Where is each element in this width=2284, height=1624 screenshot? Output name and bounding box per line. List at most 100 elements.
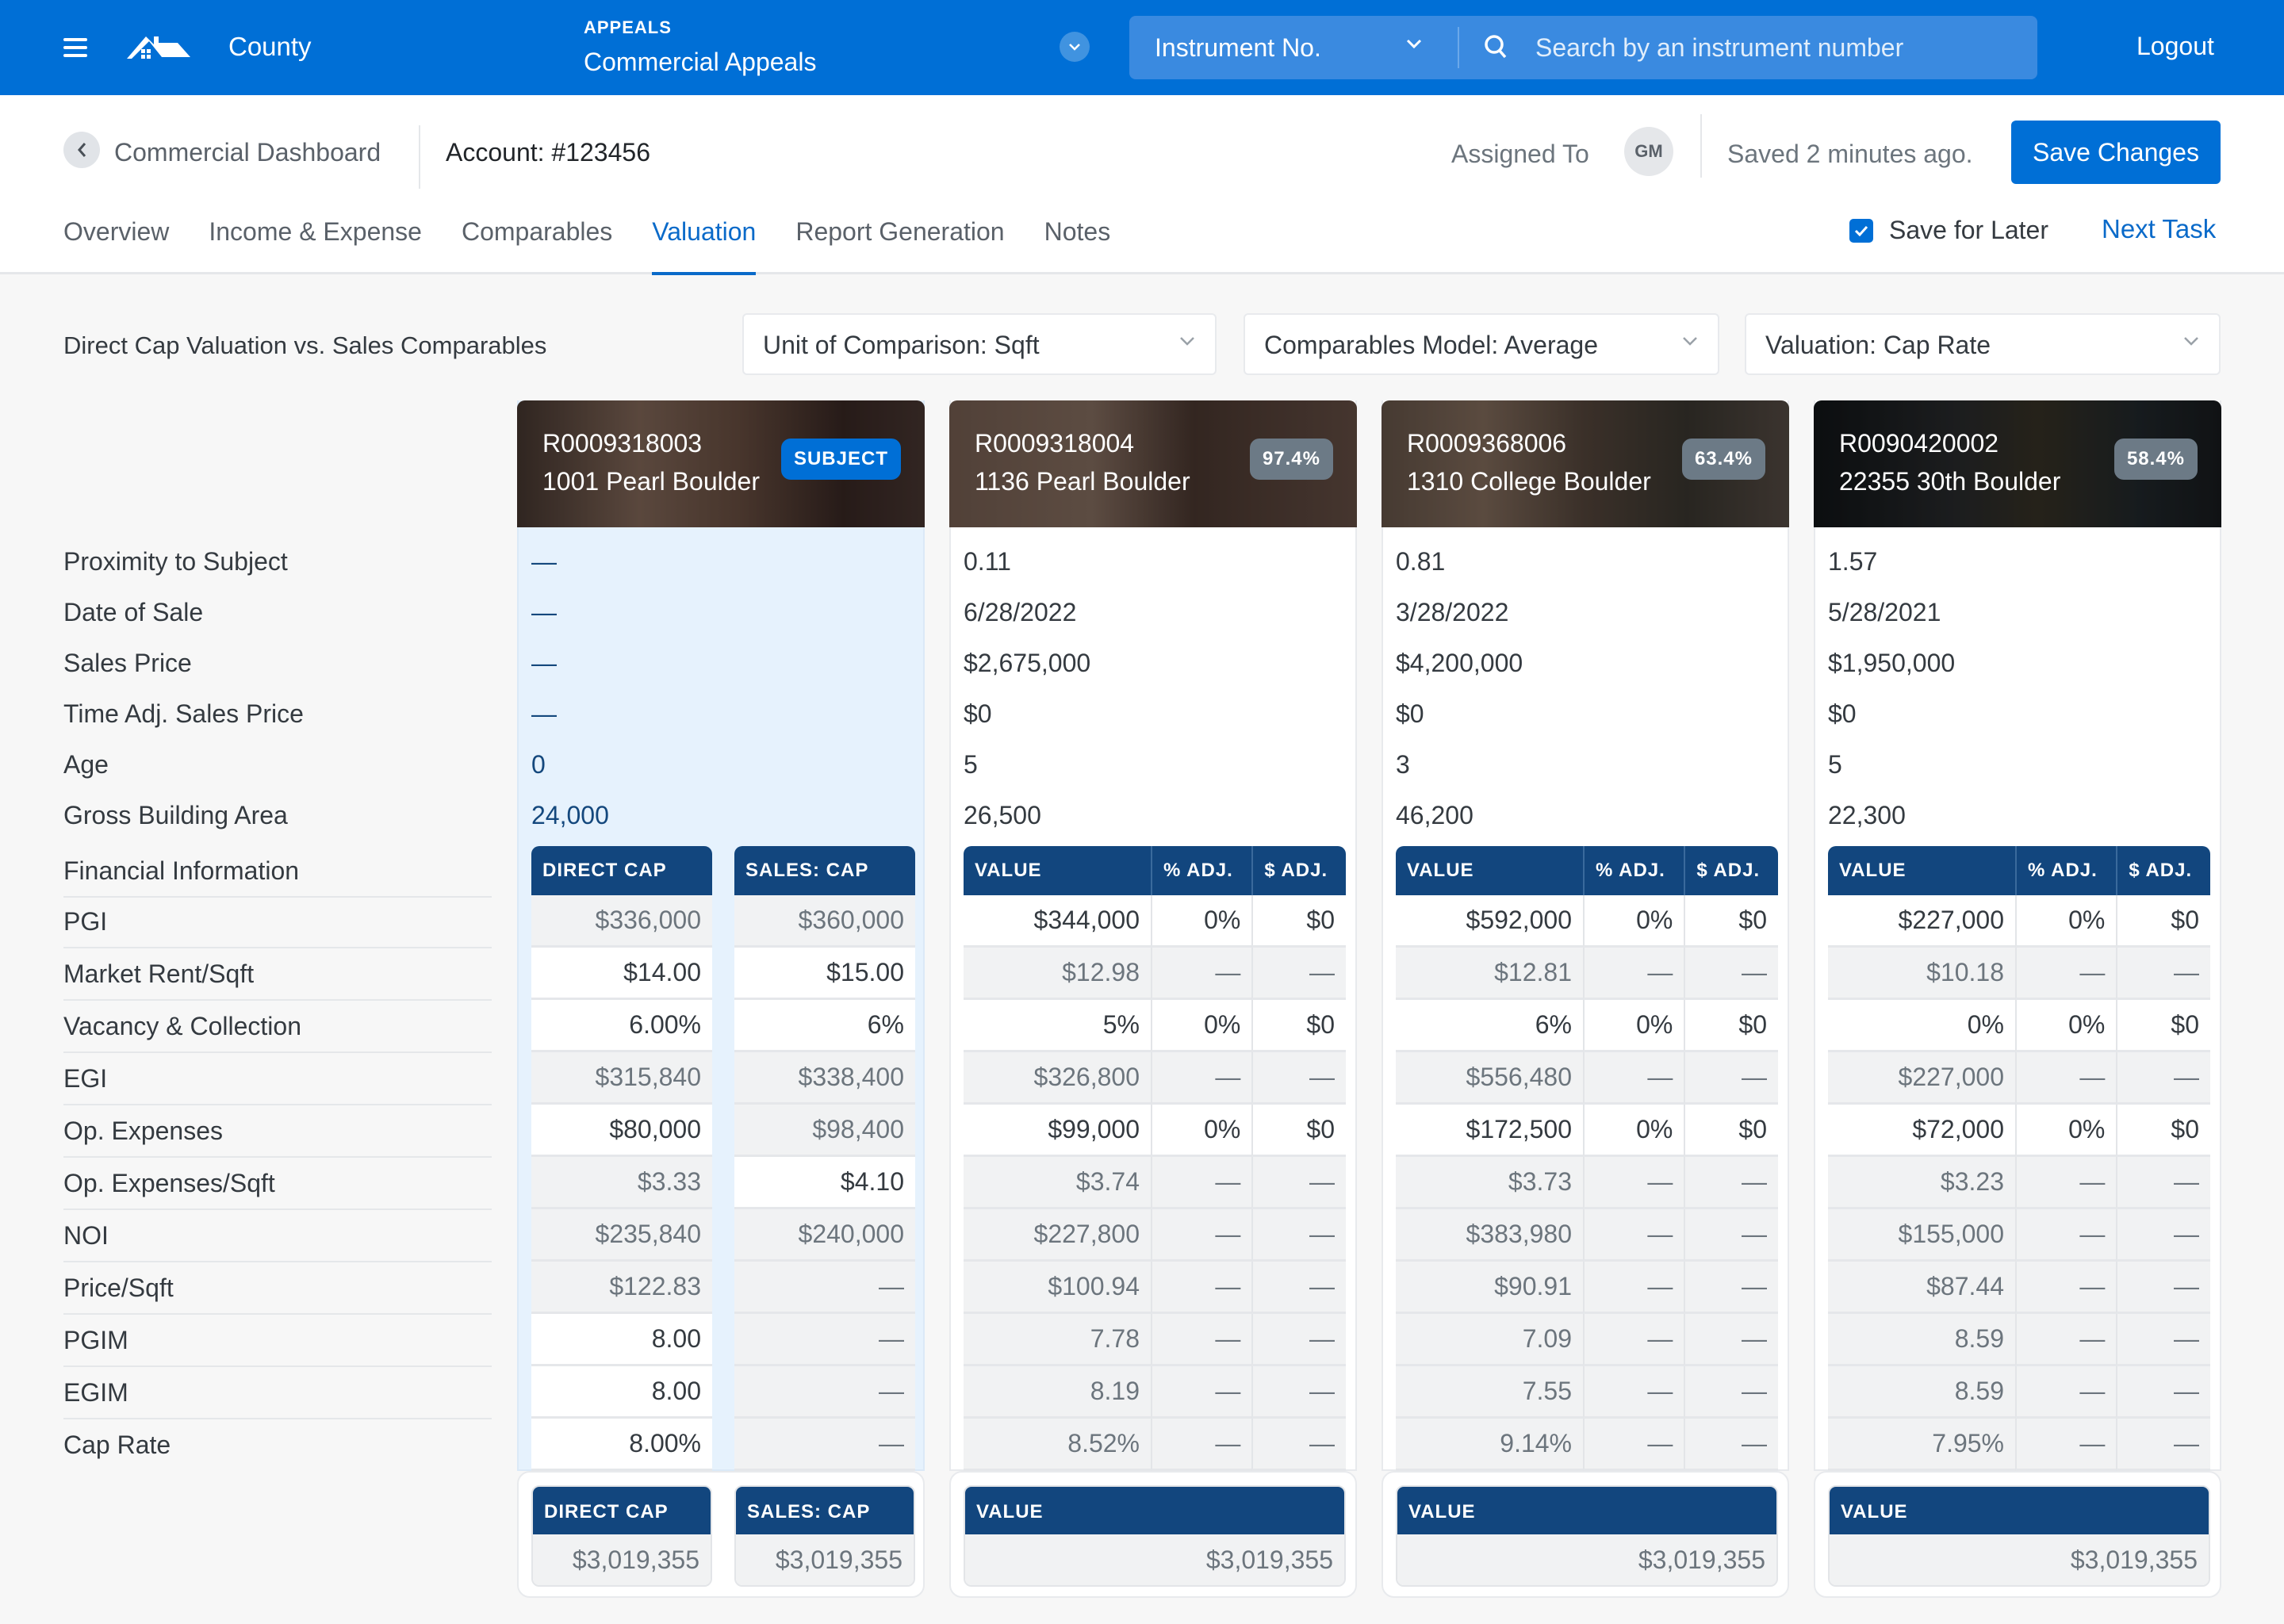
editable-cell[interactable]: $592,000 [1396,895,1583,948]
menu-icon[interactable] [63,38,87,57]
property-address: 1136 Pearl Boulder [975,467,1190,496]
subject-badge: SUBJECT [780,439,901,480]
pct-adj-cell[interactable]: 0% [1151,1000,1252,1052]
dollar-adj-cell[interactable]: $0 [1684,895,1778,948]
sales-cap-total: SALES: CAP $3,019,355 [734,1485,915,1587]
divider [419,125,420,189]
save-for-later-label: Save for Later [1889,216,2048,244]
dollar-adj-cell[interactable]: $0 [1684,1000,1778,1052]
tab-comparables[interactable]: Comparables [462,214,612,274]
editable-cell[interactable]: 8.00 [531,1366,712,1419]
editable-cell[interactable]: $227,000 [1828,895,2015,948]
property-id[interactable]: R0009318004 [975,429,1134,458]
financial-label: NOI [63,1210,492,1262]
property-id[interactable]: R0009368006 [1407,429,1566,458]
editable-cell[interactable]: $14.00 [531,948,712,1000]
dollar-adj-cell[interactable]: $0 [1251,1000,1346,1052]
property-photo: R0090420002 22355 30th Boulder 58.4% [1814,400,2221,527]
tab-report-generation[interactable]: Report Generation [795,214,1004,274]
comparable-card: R0009368006 1310 College Boulder 63.4% 0.81… [1382,400,1789,1471]
editable-cell[interactable]: $172,500 [1396,1105,1583,1157]
table-row: $10.18— — [1828,948,2210,1000]
editable-cell[interactable]: 8.00% [531,1419,712,1471]
save-changes-button[interactable]: Save Changes [2011,121,2221,184]
comparable-total-footer: VALUE $3,019,355 [1814,1471,2221,1598]
total-header: SALES: CAP [736,1487,914,1534]
pct-adj-cell[interactable]: 0% [1151,895,1252,948]
computed-cell: $87.44 [1828,1262,2015,1314]
editable-cell[interactable]: $72,000 [1828,1105,2015,1157]
comparables-model-dropdown[interactable]: Comparables Model: Average [1244,313,1719,375]
pct-adj-cell: — [2015,1314,2117,1366]
dollar-adj-cell[interactable]: $0 [2116,1105,2210,1157]
table-row: — [734,1314,915,1366]
property-photo: R0009318004 1136 Pearl Boulder 97.4% [949,400,1357,527]
pct-adj-cell[interactable]: 0% [2015,1000,2117,1052]
computed-cell: 9.14% [1396,1419,1583,1471]
property-id[interactable]: R0090420002 [1839,429,1998,458]
chevron-down-icon [2184,337,2198,346]
brand-name: County [228,32,312,61]
computed-cell: $556,480 [1396,1052,1583,1105]
next-task-link[interactable]: Next Task [2102,214,2216,244]
tab-notes[interactable]: Notes [1044,214,1111,274]
editable-cell[interactable]: 5% [964,1000,1151,1052]
editable-cell[interactable]: 8.00 [531,1314,712,1366]
back-button[interactable] [63,132,100,168]
tab-income-expense[interactable]: Income & Expense [209,214,422,274]
property-value: 3 [1396,750,1410,779]
property-photo: R0009318003 1001 Pearl Boulder SUBJECT [517,400,925,527]
total-value: $3,019,355 [1397,1534,1776,1585]
pct-adj-cell[interactable]: 0% [1583,1105,1684,1157]
financial-label: Op. Expenses [63,1105,492,1158]
checkbox-checked[interactable] [1849,218,1873,243]
pct-adj-cell: — [1583,1052,1684,1105]
computed-cell: $326,800 [964,1052,1151,1105]
total-value: $3,019,355 [1830,1534,2209,1585]
assignee-avatar[interactable]: GM [1624,127,1673,176]
pct-adj-cell: — [2015,1366,2117,1419]
editable-cell[interactable]: $15.00 [734,948,915,1000]
valuation-method-dropdown[interactable]: Valuation: Cap Rate [1745,313,2221,375]
tab-valuation[interactable]: Valuation [652,214,757,275]
logout-link[interactable]: Logout [2136,32,2214,61]
save-for-later-checkbox[interactable]: Save for Later [1849,216,2048,245]
table-row: $3.33 [531,1157,712,1209]
editable-cell[interactable]: $99,000 [964,1105,1151,1157]
value-column-header: VALUE [964,846,1151,895]
dollar-adj-cell[interactable]: $0 [1684,1105,1778,1157]
editable-cell[interactable]: $4.10 [734,1157,915,1209]
property-label: Age [63,750,109,779]
footer-values: VALUE $3,019,355 [1828,1485,2210,1587]
search-type-select[interactable]: Instrument No. [1155,33,1321,63]
editable-cell[interactable]: $344,000 [964,895,1151,948]
pct-adj-cell[interactable]: 0% [1583,895,1684,948]
dollar-adj-cell[interactable]: $0 [2116,1000,2210,1052]
property-id[interactable]: R0009318003 [542,429,702,458]
dollar-adj-cell[interactable]: $0 [1251,1105,1346,1157]
pct-adj-cell[interactable]: 0% [2015,895,2117,948]
module-switcher-button[interactable] [1060,32,1090,62]
value-total: VALUE $3,019,355 [1396,1485,1778,1587]
breadcrumb-dashboard[interactable]: Commercial Dashboard [114,138,381,167]
comparable-financial-table: VALUE% ADJ. $ ADJ. $592,000 0% $0 $12.81— —6% 0… [1396,846,1778,1471]
pct-adj-cell[interactable]: 0% [2015,1105,2117,1157]
property-value: — [531,699,557,728]
table-row: $227,000— — [1828,1052,2210,1105]
search-input[interactable] [1535,25,2011,70]
editable-cell[interactable]: 0% [1828,1000,2015,1052]
computed-cell: 8.19 [964,1366,1151,1419]
dollar-adj-cell[interactable]: $0 [2116,895,2210,948]
value-total: VALUE $3,019,355 [964,1485,1346,1587]
pct-adj-cell[interactable]: 0% [1151,1105,1252,1157]
editable-cell[interactable]: 6% [1396,1000,1583,1052]
tab-overview[interactable]: Overview [63,214,169,274]
editable-cell[interactable]: $80,000 [531,1105,712,1157]
table-row: $240,000 [734,1209,915,1262]
dollar-adj-cell[interactable]: $0 [1251,895,1346,948]
pct-adj-cell[interactable]: 0% [1583,1000,1684,1052]
editable-cell[interactable]: 6% [734,1000,915,1052]
unit-of-comparison-dropdown[interactable]: Unit of Comparison: Sqft [742,313,1217,375]
divider [1700,114,1702,178]
editable-cell[interactable]: 6.00% [531,1000,712,1052]
